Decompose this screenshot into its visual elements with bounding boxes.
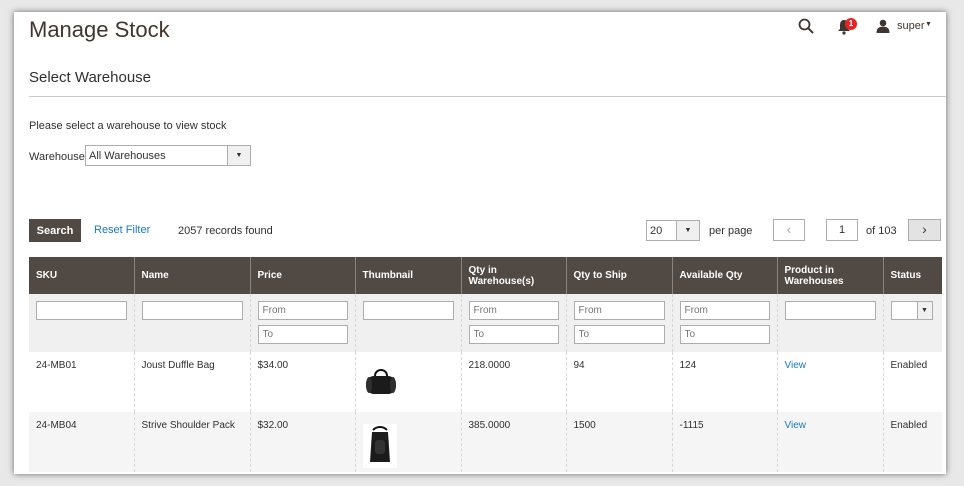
cell-available-qty: 124: [671, 352, 777, 412]
available-qty-to-input[interactable]: [679, 325, 770, 344]
table-row[interactable]: 24-MB01 Joust Duffle Bag $34.00 218.0000…: [29, 352, 942, 412]
column-header-status[interactable]: Status: [882, 257, 942, 294]
cell-available-qty: -1115: [671, 412, 777, 472]
column-header-available-qty[interactable]: Available Qty: [671, 257, 777, 294]
chevron-right-icon: ›: [922, 221, 927, 237]
qty-warehouse-from-input[interactable]: [468, 301, 559, 320]
column-header-thumbnail: Thumbnail: [354, 257, 461, 294]
page-title: Manage Stock: [29, 17, 170, 42]
qty-ship-to-input[interactable]: [573, 325, 665, 344]
search-icon[interactable]: [798, 18, 814, 34]
search-button[interactable]: Search: [29, 219, 81, 242]
per-page-label: per page: [709, 225, 753, 237]
available-qty-from-input[interactable]: [679, 301, 770, 320]
cell-qty-to-ship: 1500: [565, 412, 672, 472]
table-row[interactable]: 24-MB04 Strive Shoulder Pack $32.00 385.…: [29, 412, 942, 472]
per-page-value: 20: [650, 225, 663, 237]
warehouse-select-value: All Warehouses: [89, 150, 166, 162]
cell-sku: 24-MB04: [29, 412, 134, 472]
name-filter-input[interactable]: [141, 301, 243, 320]
cell-name: Strive Shoulder Pack: [133, 412, 250, 472]
qty-ship-from-input[interactable]: [573, 301, 665, 320]
cell-price: $34.00: [249, 352, 355, 412]
user-icon[interactable]: [876, 19, 890, 33]
column-header-product-in-warehouses: Product in Warehouses: [776, 257, 883, 294]
reset-filter-link[interactable]: Reset Filter: [94, 224, 150, 236]
warehouse-label: Warehouse: [29, 151, 85, 163]
page-total: of 103: [866, 225, 897, 237]
cell-status: Enabled: [882, 352, 942, 412]
chevron-left-icon: ‹: [786, 221, 792, 237]
qty-warehouse-to-input[interactable]: [468, 325, 559, 344]
column-header-qty-to-ship[interactable]: Qty to Ship: [565, 257, 672, 294]
column-header-sku[interactable]: SKU: [29, 257, 134, 294]
chevron-down-icon[interactable]: ▼: [916, 302, 932, 319]
duffle-bag-thumbnail: [362, 364, 399, 398]
help-text: Please select a warehouse to view stock: [29, 120, 227, 132]
user-name[interactable]: super: [897, 20, 925, 32]
view-link[interactable]: View: [785, 360, 807, 371]
prev-page-button[interactable]: ‹: [773, 219, 805, 241]
column-header-qty-warehouse[interactable]: Qty in Warehouse(s): [460, 257, 566, 294]
cell-qty-to-ship: 94: [565, 352, 672, 412]
admin-page: Manage Stock 1 super ▼ Select Warehouse …: [14, 12, 946, 474]
chevron-down-icon[interactable]: ▼: [925, 21, 932, 28]
thumbnail-filter-input[interactable]: [362, 301, 454, 320]
cell-thumbnail: [354, 412, 461, 472]
shoulder-pack-thumbnail: [362, 424, 397, 468]
column-header-price[interactable]: Price: [249, 257, 355, 294]
section-title: Select Warehouse: [29, 69, 152, 86]
cell-product-in-warehouses: View: [776, 412, 883, 472]
page-number-input[interactable]: 1: [826, 219, 858, 241]
cell-qty-warehouse: 218.0000: [460, 352, 566, 412]
filter-row: ▼: [29, 294, 942, 352]
cell-name: Joust Duffle Bag: [133, 352, 250, 412]
status-filter-select[interactable]: ▼: [890, 301, 933, 320]
divider: [29, 96, 946, 97]
records-count: 2057 records found: [178, 225, 273, 237]
price-from-input[interactable]: [257, 301, 348, 320]
column-header-name[interactable]: Name: [133, 257, 250, 294]
chevron-down-icon[interactable]: ▼: [227, 146, 250, 165]
next-page-button[interactable]: ›: [908, 219, 941, 241]
header-row: SKU Name Price Thumbnail Qty in Warehous…: [29, 257, 942, 294]
cell-status: Enabled: [882, 412, 942, 472]
view-link[interactable]: View: [785, 420, 807, 431]
stock-grid: SKU Name Price Thumbnail Qty in Warehous…: [29, 257, 942, 472]
cell-product-in-warehouses: View: [776, 352, 883, 412]
cell-price: $32.00: [249, 412, 355, 472]
cell-qty-warehouse: 385.0000: [460, 412, 566, 472]
cell-sku: 24-MB01: [36, 360, 77, 371]
warehouse-select[interactable]: All Warehouses ▼: [85, 145, 251, 166]
per-page-select[interactable]: 20 ▼: [646, 220, 700, 241]
sku-filter-input[interactable]: [36, 301, 127, 320]
price-to-input[interactable]: [257, 325, 348, 344]
product-warehouses-filter-input[interactable]: [784, 301, 876, 320]
notification-badge: 1: [845, 18, 857, 30]
chevron-down-icon[interactable]: ▼: [676, 221, 699, 240]
cell-thumbnail: [354, 352, 461, 412]
